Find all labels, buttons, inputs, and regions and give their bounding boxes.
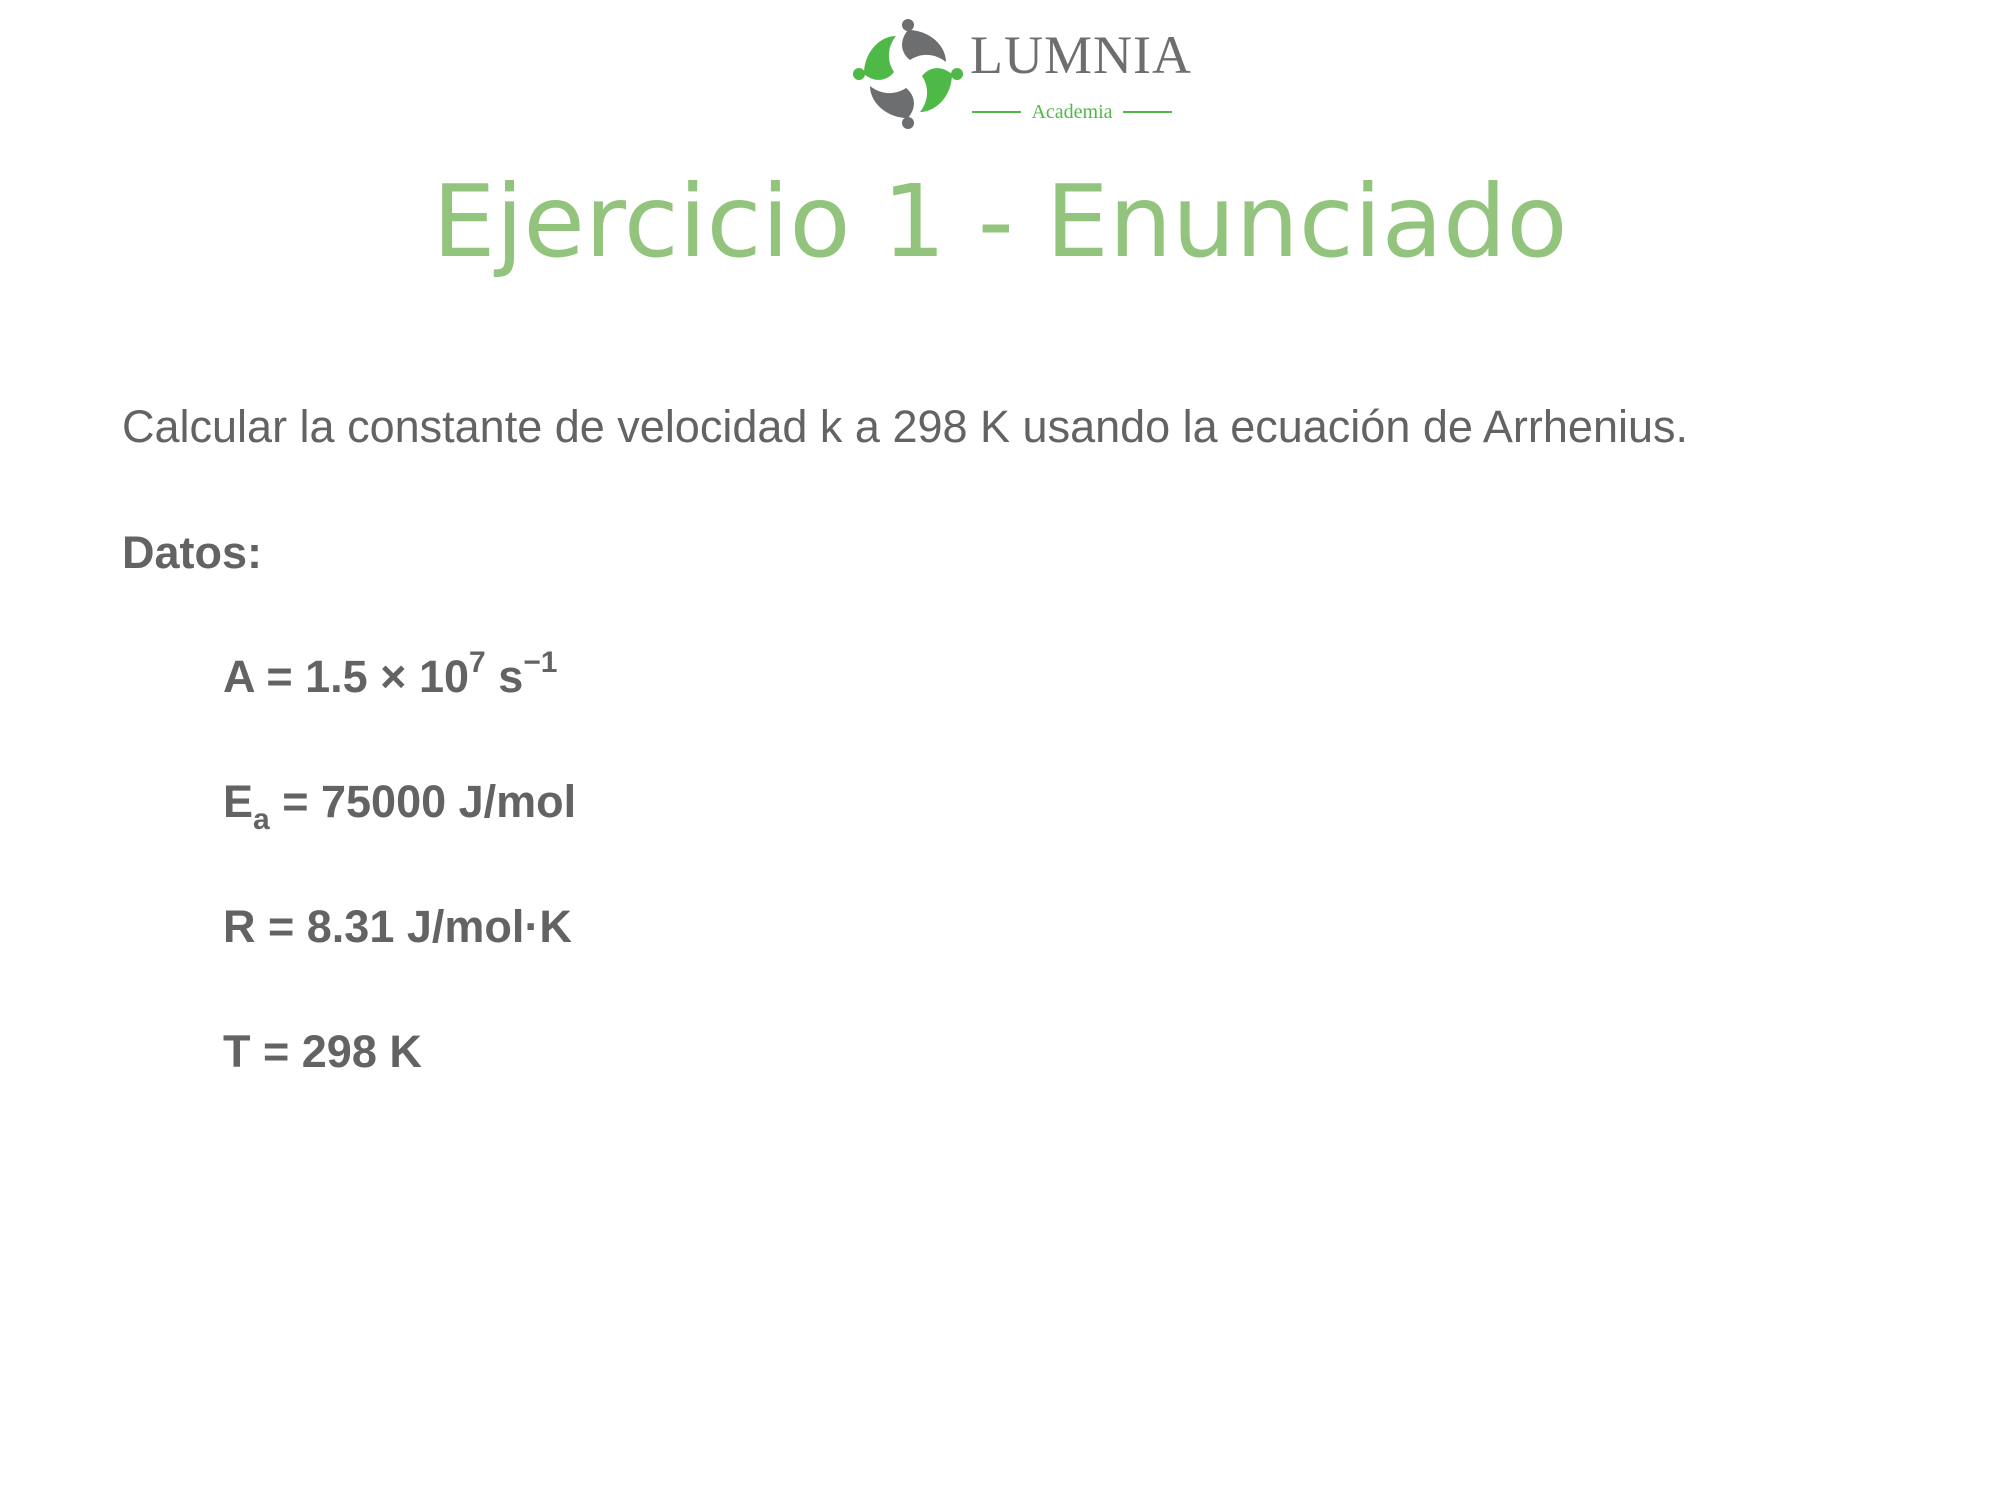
- logo-divider-right: [1122, 111, 1173, 113]
- data-ea-subscript: a: [253, 803, 270, 836]
- logo-subtitle-row: Academia: [972, 100, 1173, 124]
- data-item-r: R = 8.31 J/mol·K: [223, 901, 572, 952]
- lumnia-logo: LUMNIA Academia: [850, 14, 1191, 134]
- logo-divider-left: [972, 111, 1022, 113]
- data-a-unit: s: [485, 651, 524, 702]
- data-a-prefix: A = 1.5 × 10: [223, 651, 470, 702]
- data-ea-symbol: E: [223, 776, 254, 827]
- exercise-statement: Calcular la constante de velocidad k a 2…: [122, 401, 1689, 452]
- data-a-exponent: 7: [469, 646, 486, 679]
- slide: LUMNIA Academia Ejercicio 1 - Enunciado …: [0, 0, 2000, 1500]
- slide-title: Ejercicio 1 - Enunciado: [432, 163, 1568, 280]
- data-item-a: A = 1.5 × 107 s−1: [223, 648, 557, 704]
- data-ea-value: = 75000 J/mol: [269, 776, 577, 827]
- data-a-unit-exponent: −1: [523, 646, 558, 679]
- lumnia-logo-icon: [853, 19, 963, 129]
- datos-heading: Datos:: [122, 527, 263, 578]
- logo-subtitle: Academia: [1031, 101, 1113, 123]
- data-item-ea: Ea = 75000 J/mol: [223, 775, 577, 835]
- data-item-t: T = 298 K: [223, 1026, 422, 1077]
- logo-name: LUMNIA: [970, 25, 1192, 85]
